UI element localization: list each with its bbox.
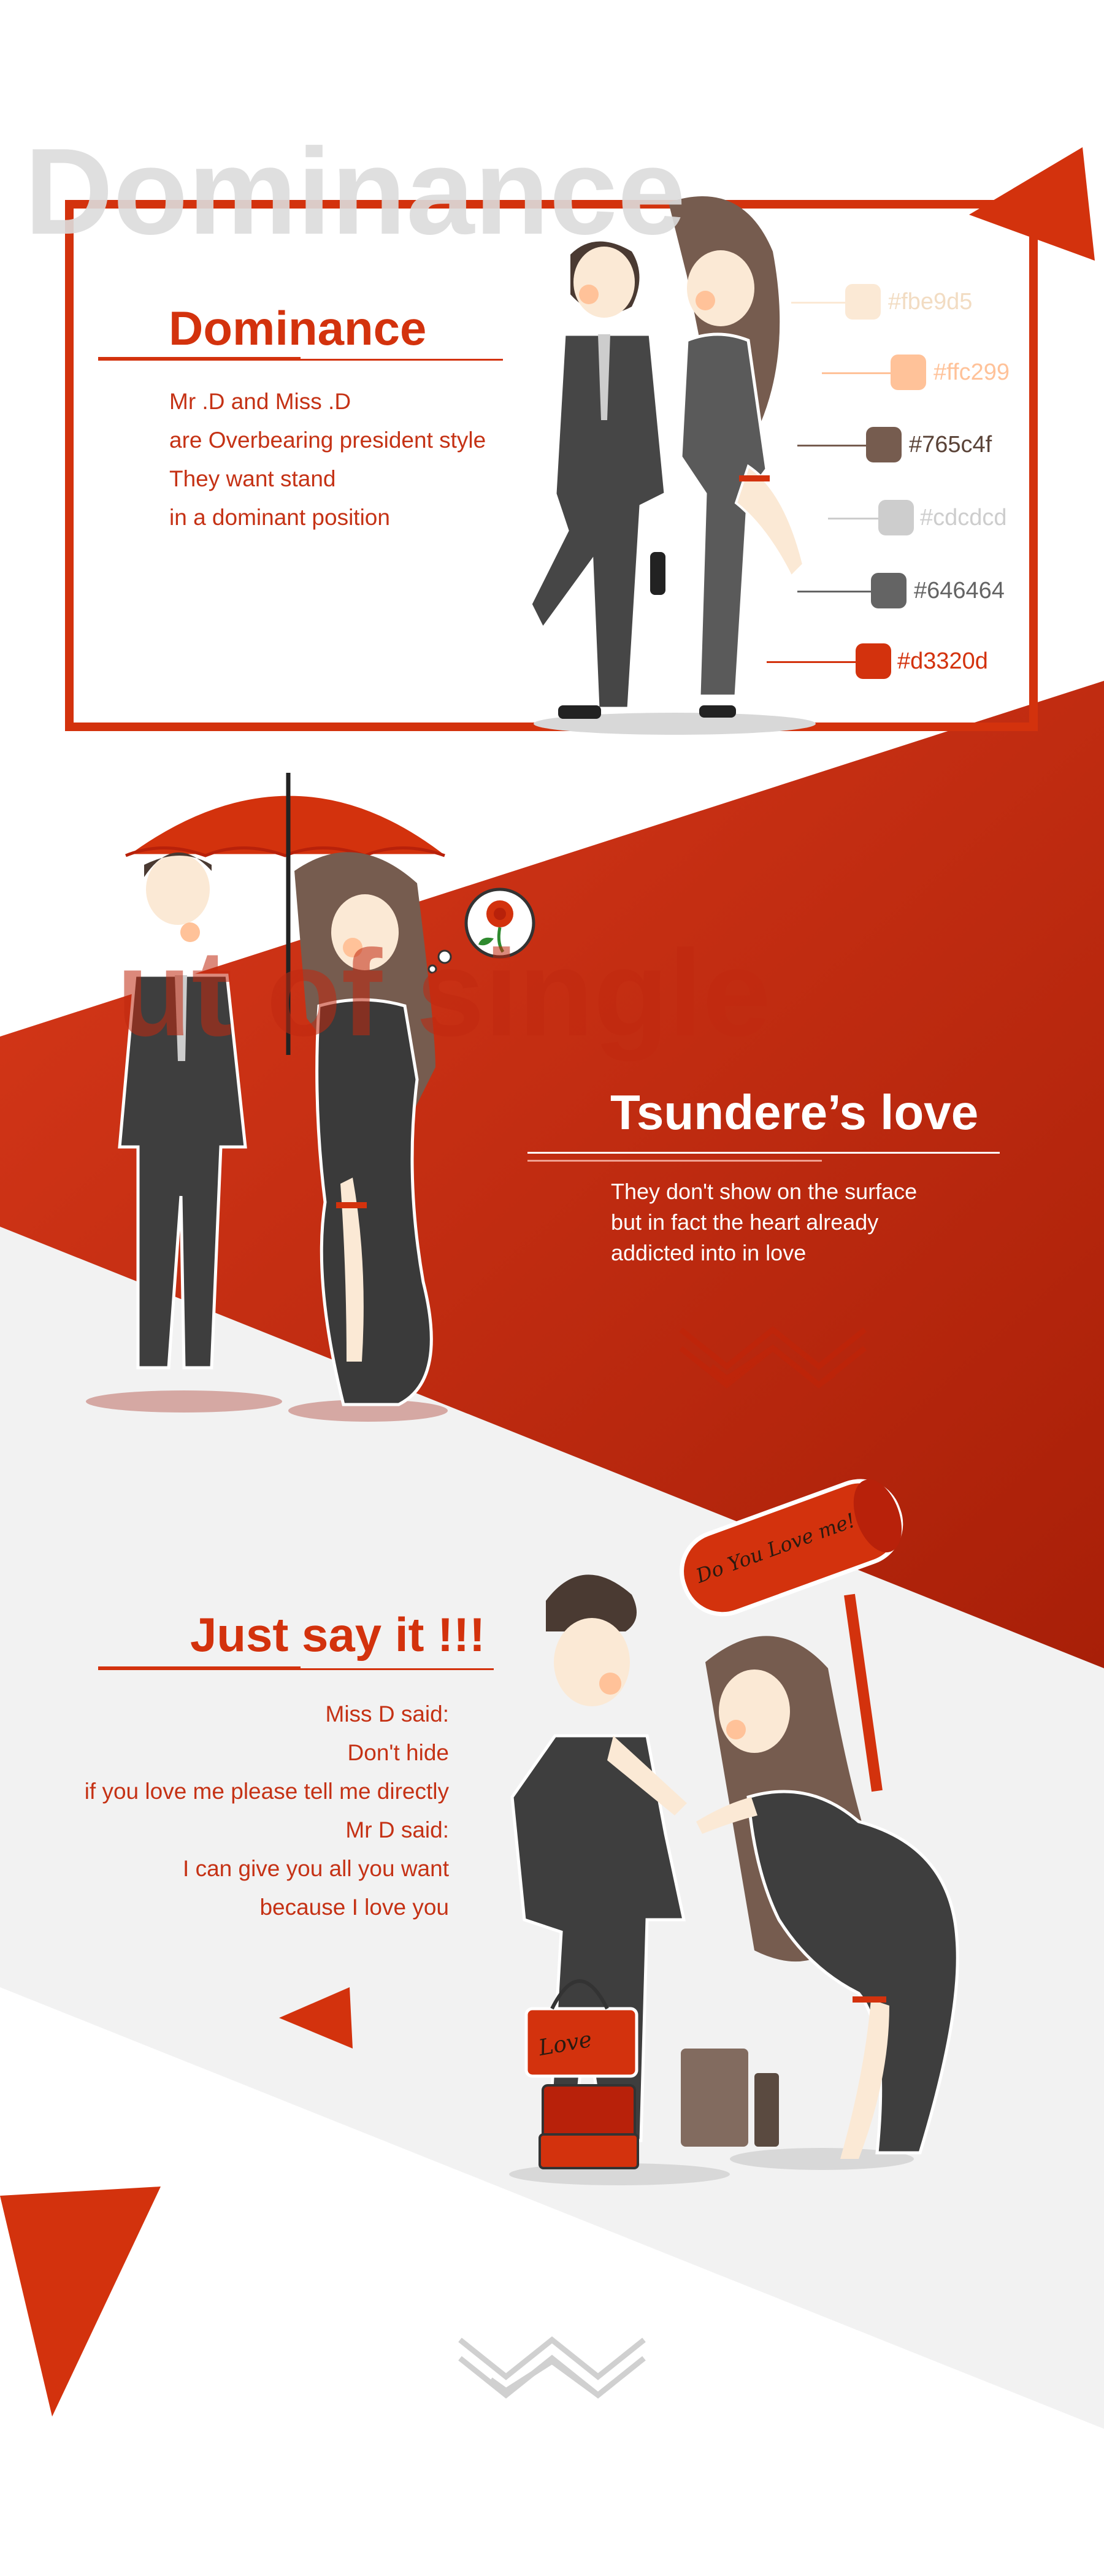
swatch-label: #fbe9d5 — [888, 289, 973, 315]
swatch-chip — [866, 427, 902, 462]
confession-description: Miss D said: Don't hide if you love me p… — [37, 1695, 449, 1926]
section-title-dominance: Dominance — [169, 301, 427, 355]
title-underline-accent — [527, 1160, 822, 1162]
watermark-dominance: Dominance — [25, 123, 686, 260]
swatch-label: #ffc299 — [933, 359, 1010, 385]
swatch-row: #d3320d — [767, 643, 1012, 680]
dominance-line: They want stand — [169, 466, 336, 491]
dominance-line: in a dominant position — [169, 505, 390, 530]
section-title-tsundere: Tsundere’s love — [610, 1085, 979, 1140]
swatch-row: #ffc299 — [822, 355, 1067, 391]
swatch-label: #d3320d — [897, 648, 988, 674]
confession-line: Mr D said: — [345, 1817, 449, 1842]
section-title-just-say-it: Just say it !!! — [190, 1608, 486, 1662]
swatch-chip — [878, 500, 914, 535]
swatch-chip — [891, 355, 926, 390]
title-underline-accent — [98, 357, 301, 361]
tsundere-line: but in fact the heart already — [611, 1209, 879, 1235]
dominance-description: Mr .D and Miss .D are Overbearing presid… — [169, 382, 486, 537]
swatch-row: #cdcdcd — [828, 500, 1073, 537]
swatch-chip — [871, 573, 907, 608]
tsundere-line: They don't show on the surface — [611, 1179, 918, 1204]
watermark-out-of-single: ut of single — [117, 925, 771, 1062]
swatch-label: #646464 — [914, 578, 1005, 604]
swatch-row: #765c4f — [797, 427, 1043, 464]
swatch-row: #fbe9d5 — [791, 284, 1037, 321]
swatch-label: #cdcdcd — [920, 505, 1007, 531]
dominance-line: are Overbearing president style — [169, 427, 486, 453]
confession-line: Miss D said: — [325, 1701, 449, 1727]
dominance-line: Mr .D and Miss .D — [169, 389, 351, 414]
confession-line: Don't hide — [347, 1740, 449, 1765]
swatch-chip — [845, 284, 881, 320]
title-underline — [527, 1152, 1000, 1154]
tsundere-line: addicted into in love — [611, 1240, 807, 1265]
confession-line: because I love you — [259, 1895, 449, 1920]
swatch-row: #646464 — [797, 573, 1043, 610]
tsundere-description: They don't show on the surface but in fa… — [611, 1176, 917, 1268]
confession-line: if you love me please tell me directly — [84, 1779, 449, 1804]
swatch-label: #765c4f — [909, 432, 992, 458]
poster-canvas: Do You Love me! Love Dominance ut of sin… — [0, 0, 1104, 2576]
title-underline-accent — [98, 1666, 301, 1670]
swatch-chip — [856, 643, 891, 679]
confession-line: I can give you all you want — [183, 1856, 449, 1881]
